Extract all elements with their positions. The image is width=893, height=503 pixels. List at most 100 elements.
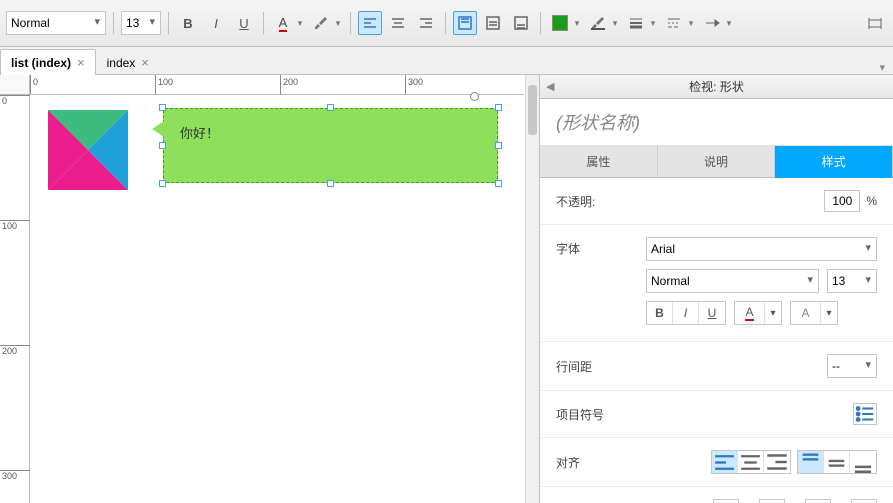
tab-description[interactable]: 说明 — [658, 146, 776, 178]
document-tabbar: list (index) × index × ▾ — [0, 47, 893, 75]
insp-valign-middle[interactable] — [824, 451, 850, 473]
insp-align-left[interactable] — [712, 451, 738, 473]
separator — [540, 12, 541, 34]
font-family-select[interactable]: Arial — [646, 237, 877, 261]
tab-label: list (index) — [11, 56, 71, 70]
resize-handle-sw[interactable] — [159, 180, 166, 187]
align-left-button[interactable] — [358, 11, 382, 35]
font-color-dropdown[interactable]: ▾ — [295, 11, 305, 35]
separator — [113, 12, 114, 34]
tab-label: index — [107, 56, 136, 70]
padding-left-input[interactable] — [713, 499, 739, 503]
inspector-font-color-dropdown[interactable]: ▾ — [765, 302, 781, 324]
speech-bubble-shape[interactable]: 你好！ — [163, 108, 498, 183]
inspector-italic-button[interactable]: I — [673, 302, 699, 324]
bold-button[interactable]: B — [176, 11, 200, 35]
align-center-button[interactable] — [386, 11, 410, 35]
logo-shape[interactable] — [48, 110, 128, 190]
line-width-button[interactable] — [624, 11, 648, 35]
underline-button[interactable]: U — [232, 11, 256, 35]
valign-middle-button[interactable] — [481, 11, 505, 35]
opacity-unit: % — [866, 194, 877, 208]
ruler-tick: 200 — [0, 346, 17, 356]
tab-properties[interactable]: 属性 — [540, 146, 658, 178]
valign-top-button[interactable] — [453, 11, 477, 35]
align-label: 对齐 — [556, 454, 646, 471]
line-style-dropdown[interactable]: ▾ — [686, 11, 696, 35]
canvas-area: 0 100 200 300 0 100 200 300 你好！ — [0, 75, 539, 503]
inspector-tabs: 属性 说明 样式 — [540, 146, 893, 178]
tab-style[interactable]: 样式 — [775, 146, 893, 178]
shape-name-placeholder[interactable]: (形状名称) — [540, 99, 893, 146]
design-canvas[interactable]: 你好！ — [30, 95, 524, 503]
opacity-input[interactable] — [824, 190, 860, 212]
close-icon[interactable]: × — [141, 55, 149, 70]
resize-handle-s[interactable] — [327, 180, 334, 187]
separator — [350, 12, 351, 34]
inspector-header: ◀ 检视: 形状 — [540, 75, 893, 99]
inspector-highlight-dropdown[interactable]: ▾ — [821, 302, 837, 324]
italic-button[interactable]: I — [204, 11, 228, 35]
rotate-handle[interactable] — [470, 92, 479, 101]
insp-align-right[interactable] — [764, 451, 790, 473]
resize-handle-w[interactable] — [159, 142, 166, 149]
horizontal-ruler: 0 100 200 300 — [30, 75, 524, 95]
font-size-select-inspector[interactable]: 13 — [827, 269, 877, 293]
vertical-scrollbar[interactable] — [525, 75, 539, 503]
line-color-button[interactable] — [586, 11, 610, 35]
line-width-dropdown[interactable]: ▾ — [648, 11, 658, 35]
padding-right-input[interactable] — [805, 499, 831, 503]
ruler-tick: 100 — [158, 77, 173, 87]
inspector-bold-button[interactable]: B — [647, 302, 673, 324]
font-size-select[interactable]: 13 — [121, 11, 161, 35]
arrow-dropdown[interactable]: ▾ — [724, 11, 734, 35]
separator — [263, 12, 264, 34]
resize-handle-e[interactable] — [495, 142, 502, 149]
font-label: 字体 — [556, 237, 646, 257]
bullets-button[interactable] — [853, 403, 877, 425]
close-icon[interactable]: × — [77, 55, 85, 70]
align-right-button[interactable] — [414, 11, 438, 35]
insp-valign-bottom[interactable] — [850, 451, 876, 473]
dimension-toggle[interactable] — [863, 11, 887, 35]
line-style-button[interactable] — [662, 11, 686, 35]
tab-list-index[interactable]: list (index) × — [0, 49, 96, 75]
bullets-label: 项目符号 — [556, 406, 646, 423]
highlight-button[interactable] — [309, 11, 333, 35]
padding-bottom-input[interactable] — [851, 499, 877, 503]
font-style-select[interactable]: Normal — [6, 11, 106, 35]
vertical-ruler: 0 100 200 300 — [0, 95, 30, 503]
scrollbar-thumb[interactable] — [528, 85, 537, 135]
tabs-overflow[interactable]: ▾ — [879, 61, 893, 74]
tab-index[interactable]: index × — [96, 49, 160, 75]
font-color-button[interactable]: A — [271, 11, 295, 35]
separator — [445, 12, 446, 34]
inspector-font-color-button[interactable]: A — [735, 302, 765, 324]
inspector-back-icon[interactable]: ◀ — [546, 80, 554, 93]
arrow-style-button[interactable] — [700, 11, 724, 35]
main-toolbar: Normal 13 B I U A▾ ▾ ▾ ▾ ▾ ▾ ▾ — [0, 0, 893, 47]
insp-align-center[interactable] — [738, 451, 764, 473]
inspector-body: 不透明: % 字体 Arial Normal 13 B — [540, 178, 893, 503]
valign-bottom-button[interactable] — [509, 11, 533, 35]
inspector-title: 检视: 形状 — [689, 78, 744, 95]
insp-valign-top[interactable] — [798, 451, 824, 473]
resize-handle-ne[interactable] — [495, 104, 502, 111]
inspector-underline-button[interactable]: U — [699, 302, 725, 324]
fill-color-button[interactable] — [548, 11, 572, 35]
highlight-dropdown[interactable]: ▾ — [333, 11, 343, 35]
line-spacing-select[interactable]: -- — [827, 354, 877, 378]
separator — [168, 12, 169, 34]
ruler-tick: 0 — [33, 77, 38, 87]
ruler-tick: 0 — [0, 96, 7, 106]
padding-top-input[interactable] — [759, 499, 785, 503]
fill-color-dropdown[interactable]: ▾ — [572, 11, 582, 35]
line-color-dropdown[interactable]: ▾ — [610, 11, 620, 35]
resize-handle-n[interactable] — [327, 104, 334, 111]
resize-handle-nw[interactable] — [159, 104, 166, 111]
resize-handle-se[interactable] — [495, 180, 502, 187]
ruler-corner — [0, 75, 30, 95]
font-style-select-inspector[interactable]: Normal — [646, 269, 819, 293]
inspector-highlight-button[interactable]: A — [791, 302, 821, 324]
ruler-tick: 300 — [408, 77, 423, 87]
